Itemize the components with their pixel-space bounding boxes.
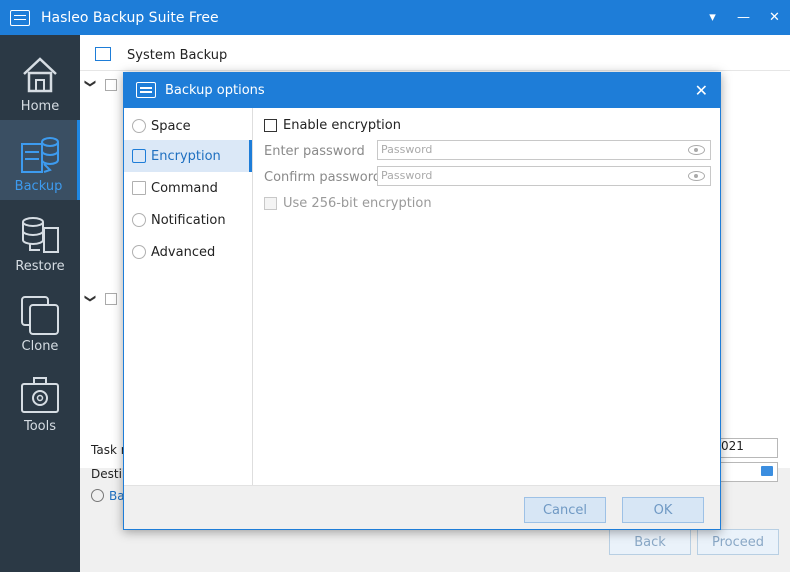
nav-item-encryption[interactable]: Encryption xyxy=(124,140,252,172)
backup-icon xyxy=(21,137,59,173)
window-titlebar: Hasleo Backup Suite Free ▾ — ✕ xyxy=(0,0,790,35)
space-icon xyxy=(132,119,146,133)
eye-icon[interactable] xyxy=(688,171,705,181)
close-window-icon[interactable]: ✕ xyxy=(759,0,790,35)
nav-item-label: Notification xyxy=(151,212,226,228)
disk-checkbox[interactable] xyxy=(105,79,117,91)
confirm-password-input[interactable]: Password xyxy=(377,166,711,186)
sidebar-item-backup[interactable]: Backup xyxy=(0,120,80,200)
dialog-footer: Cancel OK xyxy=(124,485,720,529)
window-controls: ▾ — ✕ xyxy=(697,0,790,35)
sidebar-item-clone[interactable]: Clone xyxy=(0,280,80,360)
backup-options-dialog: Backup options ✕ Space Encryption Comman… xyxy=(123,72,721,530)
use-256-bit-checkbox[interactable]: Use 256-bit encryption xyxy=(264,196,432,211)
chevron-down-icon[interactable]: ❯ xyxy=(84,79,97,88)
close-icon[interactable]: ✕ xyxy=(695,81,708,100)
nav-item-notification[interactable]: Notification xyxy=(124,204,252,236)
sidebar-item-label: Backup xyxy=(14,179,63,194)
sidebar-item-label: Clone xyxy=(21,339,59,354)
lock-icon xyxy=(132,149,146,163)
checkbox-box[interactable] xyxy=(264,197,277,210)
use-256-bit-label: Use 256-bit encryption xyxy=(283,196,432,211)
nav-item-space[interactable]: Space xyxy=(124,110,252,142)
main-header: System Backup xyxy=(80,35,790,71)
proceed-button[interactable]: Proceed xyxy=(697,529,779,555)
enter-password-label: Enter password xyxy=(264,144,365,159)
app-logo-icon xyxy=(10,9,30,26)
enter-password-input[interactable]: Password xyxy=(377,140,711,160)
nav-item-advanced[interactable]: Advanced xyxy=(124,236,252,268)
encryption-panel: Enable encryption Enter password Passwor… xyxy=(254,108,720,485)
cancel-button[interactable]: Cancel xyxy=(524,497,606,523)
window-title: Hasleo Backup Suite Free xyxy=(41,9,219,26)
restore-icon xyxy=(22,217,59,253)
destination-input[interactable] xyxy=(718,462,778,482)
minimize-icon[interactable]: — xyxy=(728,0,759,35)
task-name-input[interactable]: 021 xyxy=(718,438,778,458)
system-backup-icon xyxy=(95,47,111,61)
sidebar-item-label: Home xyxy=(20,99,60,114)
nav-item-label: Space xyxy=(151,118,191,134)
home-icon xyxy=(23,57,57,93)
sidebar-item-label: Restore xyxy=(15,259,65,274)
sidebar-item-label: Tools xyxy=(23,419,57,434)
chevron-down-icon[interactable]: ❯ xyxy=(84,294,97,303)
nav-item-label: Encryption xyxy=(151,148,221,164)
ok-button[interactable]: OK xyxy=(622,497,704,523)
app-logo-icon xyxy=(136,82,156,98)
bell-icon xyxy=(132,213,146,227)
nav-item-command[interactable]: Command xyxy=(124,172,252,204)
eye-icon[interactable] xyxy=(688,145,705,155)
dialog-title: Backup options xyxy=(165,83,265,98)
confirm-password-label: Confirm password xyxy=(264,170,382,185)
sidebar-item-home[interactable]: Home xyxy=(0,40,80,120)
clone-icon xyxy=(21,296,59,335)
sidebar-item-tools[interactable]: Tools xyxy=(0,360,80,440)
command-icon xyxy=(132,181,146,195)
enable-encryption-label: Enable encryption xyxy=(283,118,401,133)
checkbox-box[interactable] xyxy=(264,119,277,132)
folder-icon[interactable] xyxy=(761,466,773,476)
nav-item-label: Advanced xyxy=(151,244,216,260)
password-placeholder: Password xyxy=(381,143,433,156)
options-nav: Space Encryption Command Notification Ad… xyxy=(124,108,253,485)
sidebar: Home Backup Restore Clone Tools xyxy=(0,35,80,572)
enable-encryption-checkbox[interactable]: Enable encryption xyxy=(264,118,401,133)
password-placeholder: Password xyxy=(381,169,433,182)
dialog-titlebar: Backup options ✕ xyxy=(124,73,720,108)
back-button[interactable]: Back xyxy=(609,529,691,555)
tools-icon xyxy=(21,377,59,413)
nav-item-label: Command xyxy=(151,180,218,196)
gear-icon xyxy=(132,245,146,259)
page-title: System Backup xyxy=(127,48,228,63)
menu-dropdown-icon[interactable]: ▾ xyxy=(697,0,728,35)
gear-icon xyxy=(91,489,104,502)
disk-checkbox[interactable] xyxy=(105,293,117,305)
sidebar-item-restore[interactable]: Restore xyxy=(0,200,80,280)
